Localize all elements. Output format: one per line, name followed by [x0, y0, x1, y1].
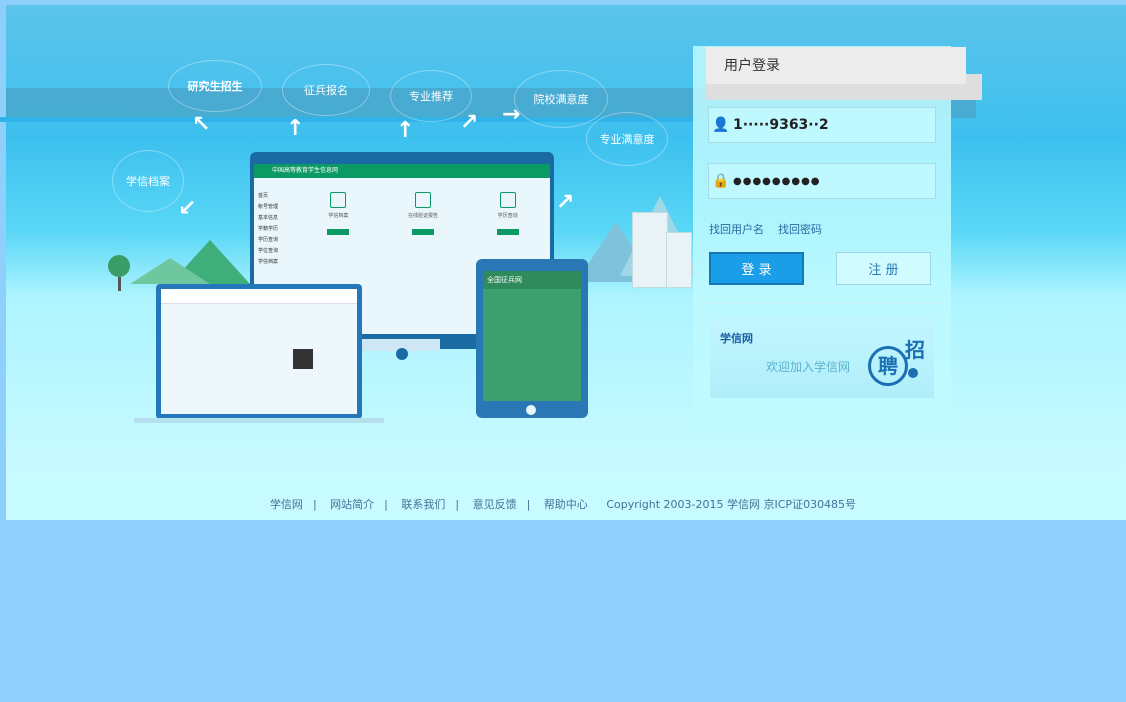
join-banner[interactable]: 学信网 欢迎加入学信网 招 聘	[710, 318, 934, 398]
card-button	[412, 229, 434, 235]
monitor-sidebar-item: 首页	[258, 193, 269, 199]
footer-separator: |	[526, 498, 531, 511]
monitor-sidebar-item: 学位查询	[258, 248, 279, 254]
login-button[interactable]: 登 录	[709, 252, 804, 285]
login-title-text: 用户登录	[724, 58, 780, 74]
banner-pin-char: 聘	[868, 346, 908, 386]
laptop-screen	[161, 289, 357, 414]
laptop-device	[156, 284, 362, 419]
password-field[interactable]: 🔒 ●●●●●●●●●	[708, 163, 936, 199]
arrow-icon: ↑	[396, 118, 415, 143]
footer-link[interactable]: 联系我们	[401, 498, 445, 511]
card-title: 在线验证报告	[408, 213, 439, 219]
footer: 学信网 | 网站简介 | 联系我们 | 意见反馈 | 帮助中心 Copyright 20…	[0, 490, 1126, 520]
monitor-button	[396, 348, 408, 360]
arrow-icon: ↑	[286, 116, 305, 141]
monitor-card: 在线验证报告	[385, 184, 462, 284]
recovery-links: 找回用户名 找回密码	[709, 221, 822, 237]
monitor-header: 中国高等教育学生信息网	[254, 164, 550, 178]
arrow-icon: ↖	[192, 112, 211, 137]
arrow-icon: ↗	[460, 110, 479, 135]
bubble-graduate-admission[interactable]: 研究生招生	[168, 60, 262, 112]
monitor-sidebar-item: 学历查询	[258, 237, 279, 243]
arrow-icon: ↗	[556, 190, 575, 215]
bubble-conscription[interactable]: 征兵报名	[282, 64, 370, 116]
username-value: 1·····9363··2	[733, 117, 829, 133]
tablet-home-button	[526, 405, 536, 415]
login-title: 用户登录	[706, 47, 966, 84]
footer-link[interactable]: 网站简介	[330, 498, 374, 511]
banner-hire-char: 招	[905, 338, 925, 362]
arrow-icon: ↙	[178, 196, 197, 221]
footer-separator: |	[312, 498, 317, 511]
password-value: ●●●●●●●●●	[733, 175, 821, 187]
banner-welcome: 欢迎加入学信网	[766, 360, 851, 374]
banner-brand: 学信网	[720, 332, 753, 345]
bubble-school-satisfaction[interactable]: 院校满意度	[514, 70, 608, 128]
tree-icon	[108, 255, 130, 277]
tablet-title: 全国征兵网	[483, 271, 581, 289]
laptop-screen-header	[161, 289, 357, 304]
footer-copyright: Copyright 2003-2015 学信网 京ICP证030485号	[606, 498, 857, 511]
building-shape	[666, 232, 692, 288]
find-password-link[interactable]: 找回密码	[778, 221, 822, 237]
card-title: 学信档案	[328, 213, 349, 219]
find-username-link[interactable]: 找回用户名	[709, 221, 764, 237]
card-button	[496, 229, 519, 235]
card-button	[327, 229, 350, 235]
bubble-major-satisfaction[interactable]: 专业满意度	[586, 112, 668, 166]
user-icon: 👤	[712, 117, 730, 133]
footer-separator: |	[384, 498, 388, 511]
monitor-card: 学信档案	[300, 184, 377, 284]
divider	[704, 303, 942, 304]
footer-link[interactable]: 学信网	[270, 498, 303, 511]
monitor-sidebar-item: 学籍学历	[258, 226, 279, 232]
banner-dot	[908, 368, 918, 378]
lock-icon: 🔒	[712, 173, 730, 189]
star-icon	[499, 192, 516, 208]
monitor-sidebar-item: 学信档案	[258, 259, 279, 265]
arrow-icon: →	[502, 102, 521, 127]
tree-trunk	[118, 277, 121, 291]
footer-link[interactable]: 意见反馈	[473, 498, 517, 511]
username-field[interactable]: 👤 1·····9363··2	[708, 107, 936, 143]
qr-code-icon	[293, 349, 313, 369]
mountain-shape	[130, 258, 210, 284]
laptop-base	[134, 418, 384, 423]
tablet-device: 全国征兵网	[476, 259, 588, 418]
building-shape	[632, 212, 668, 288]
tablet-screen: 全国征兵网	[483, 271, 581, 401]
register-button[interactable]: 注 册	[836, 252, 931, 285]
bubble-student-archive[interactable]: 学信档案	[112, 150, 184, 212]
monitor-sidebar-item: 帐号管理	[258, 204, 279, 210]
footer-link[interactable]: 帮助中心	[544, 498, 588, 511]
monitor-sidebar-item: 基本信息	[258, 215, 279, 221]
card-icon	[330, 192, 347, 208]
card-icon	[415, 192, 431, 208]
card-title: 学历查询	[497, 213, 518, 219]
footer-separator: |	[455, 498, 460, 511]
